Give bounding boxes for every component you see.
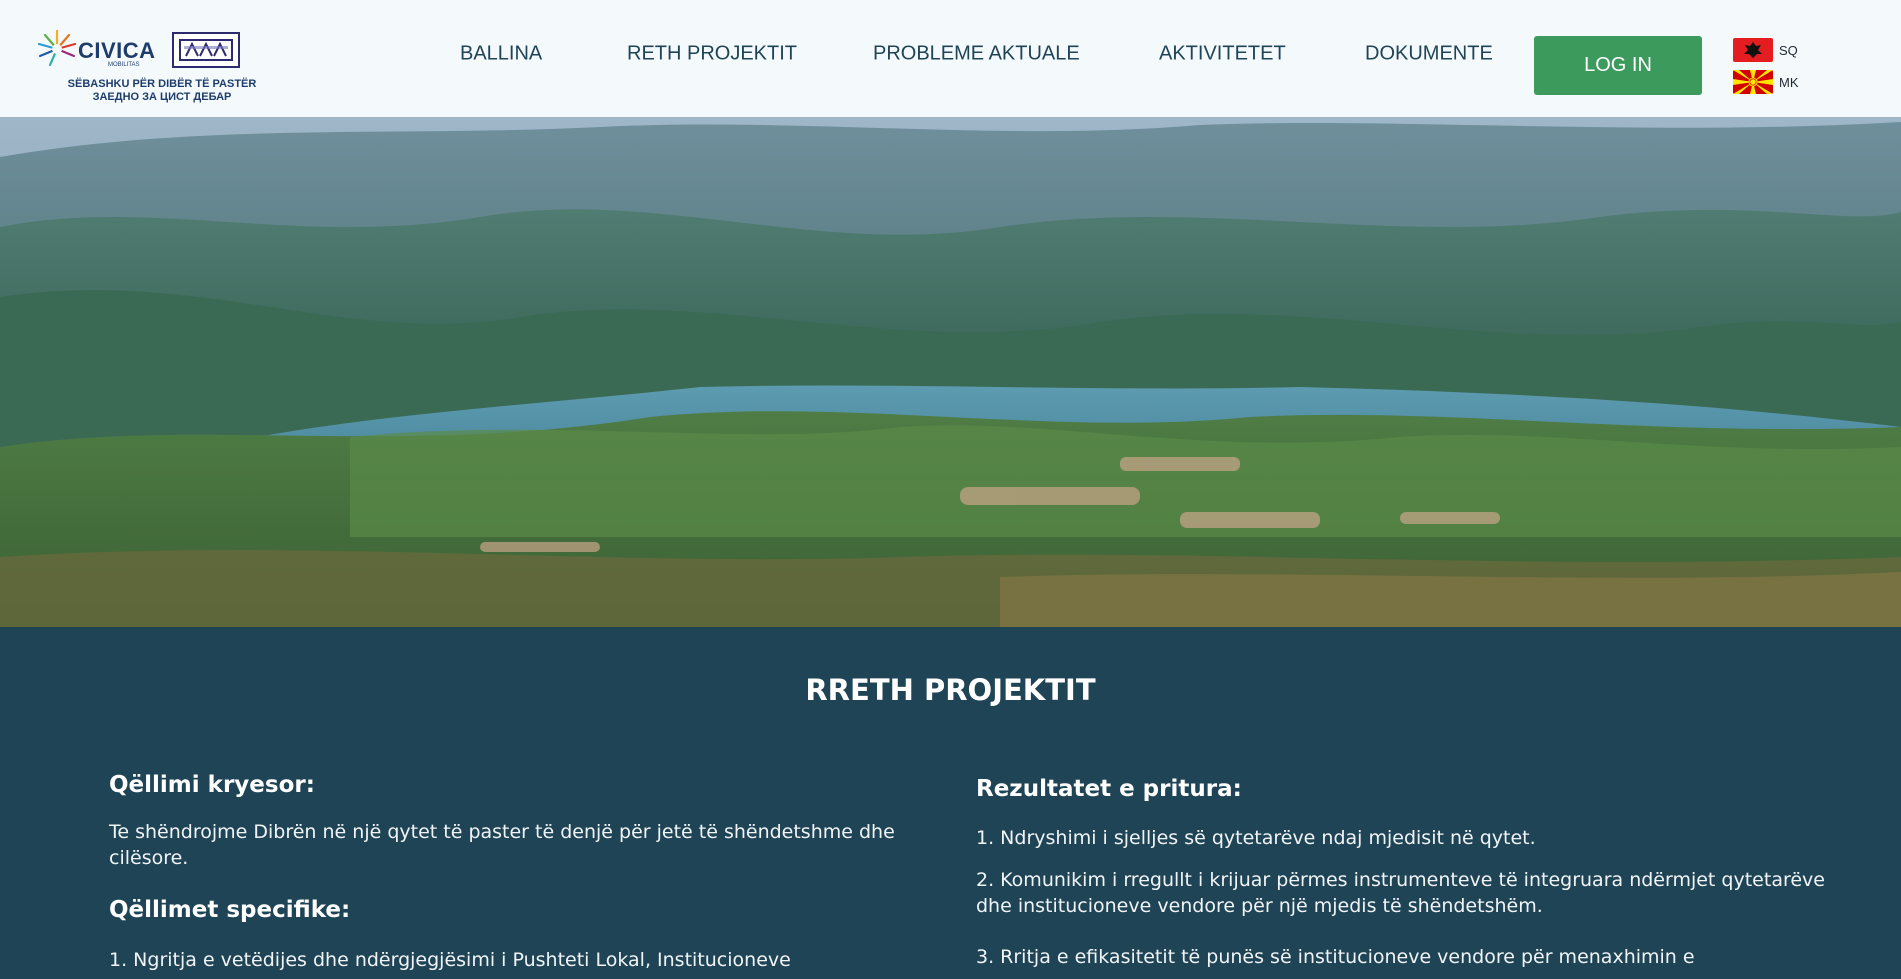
partner-logo <box>172 32 240 68</box>
login-button[interactable]: LOG IN <box>1534 36 1702 95</box>
partner-emblem-icon <box>179 39 233 61</box>
section-title: RRETH PROJEKTIT <box>805 673 1096 707</box>
result-item-1: 1. Ndryshimi i sjelljes së qytetarëve nd… <box>976 827 1536 849</box>
about-project-section: RRETH PROJEKTIT Qëllimi kryesor: Te shën… <box>0 627 1901 979</box>
landscape-illustration <box>0 117 1901 627</box>
civica-wordmark: CIVICA <box>78 38 156 63</box>
albania-flag-icon <box>1733 38 1773 62</box>
sun-icon <box>37 29 77 67</box>
results-heading: Rezultatet e pritura: <box>976 776 1242 802</box>
main-goal-heading: Qëllimi kryesor: <box>109 772 315 798</box>
language-sq[interactable]: SQ <box>1733 38 1798 62</box>
right-column: Rezultatet e pritura: 1. Ndryshimi i sje… <box>976 776 1856 970</box>
north-macedonia-flag-icon <box>1733 70 1773 94</box>
language-mk[interactable]: MK <box>1733 70 1799 94</box>
hero-image <box>0 117 1901 627</box>
site-header: CIVICA MOBILITAS SËBASHKU PËR DIBËR TË P… <box>0 0 1901 117</box>
left-column: Qëllimi kryesor: Te shëndrojme Dibrën në… <box>109 772 929 973</box>
nav-reth-projektit[interactable]: RETH PROJEKTIT <box>627 43 797 66</box>
tagline-macedonian: ЗАЕДНО ЗА ЦИСТ ДЕБАР <box>92 91 232 103</box>
result-item-2: 2. Komunikim i rregullt i krijuar përmes… <box>976 869 1825 917</box>
result-item-3: 3. Rritja e efikasitetit të punës së ins… <box>976 946 1695 968</box>
tagline-albanian: SËBASHKU PËR DIBËR TË PASTËR <box>67 78 257 90</box>
nav-probleme-aktuale[interactable]: PROBLEME AKTUALE <box>873 43 1080 66</box>
nav-aktivitetet[interactable]: AKTIVITETET <box>1159 43 1286 66</box>
logo-tagline: SËBASHKU PËR DIBËR TË PASTËR ЗАЕДНО ЗА Ц… <box>42 78 282 104</box>
language-code-sq: SQ <box>1779 42 1798 58</box>
nav-ballina[interactable]: BALLINA <box>460 43 542 66</box>
main-goal-text: Te shëndrojme Dibrën në një qytet të pas… <box>109 821 895 869</box>
nav-dokumente[interactable]: DOKUMENTE <box>1365 43 1493 66</box>
specific-goals-heading: Qëllimet specifike: <box>109 897 351 923</box>
language-code-mk: MK <box>1779 74 1799 90</box>
specific-goal-item-1: 1. Ngritja e vetëdijes dhe ndërgjegjësim… <box>109 949 791 971</box>
civica-subtitle: MOBILITAS <box>108 62 140 68</box>
site-logo[interactable]: CIVICA MOBILITAS SËBASHKU PËR DIBËR TË P… <box>36 24 256 108</box>
